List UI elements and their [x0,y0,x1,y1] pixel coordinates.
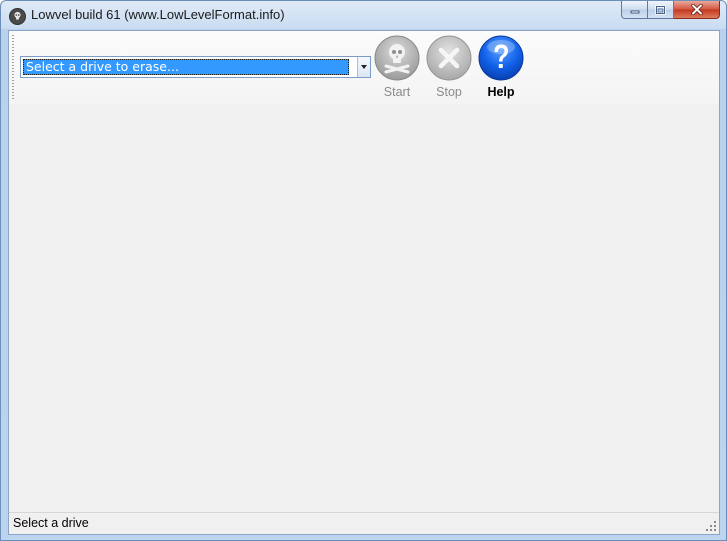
minimize-icon [630,10,639,13]
help-label: Help [487,85,515,99]
minimize-button[interactable] [621,1,648,19]
title-bar[interactable]: Lowvel build 61 (www.LowLevelFormat.info… [1,1,726,30]
help-button[interactable]: Help [476,34,526,102]
stop-label: Stop [436,85,462,99]
close-icon [690,4,703,15]
status-bar: Select a drive [9,512,719,534]
app-window: Lowvel build 61 (www.LowLevelFormat.info… [0,0,727,541]
start-label: Start [383,85,411,99]
drive-select-value: Select a drive to erase... [23,59,349,75]
window-title: Lowvel build 61 (www.LowLevelFormat.info… [31,7,285,22]
skull-crossbones-icon [374,35,420,81]
chevron-down-icon[interactable] [357,57,370,77]
drive-select[interactable]: Select a drive to erase... [20,56,371,78]
toolbar: Select a drive to erase... Start Stop He… [9,31,719,104]
client-area: Select a drive to erase... Start Stop He… [8,30,720,535]
resize-grip-icon[interactable] [705,520,717,532]
question-mark-icon [478,35,524,81]
restore-icon [655,4,666,15]
toolbar-grip[interactable] [12,35,14,99]
stop-button[interactable]: Stop [424,34,474,102]
close-button[interactable] [674,1,720,19]
caption-buttons [621,1,720,20]
skull-app-icon[interactable] [9,8,26,25]
status-text: Select a drive [13,516,89,530]
x-icon [426,35,472,81]
maximize-button[interactable] [648,1,674,19]
start-button[interactable]: Start [372,34,422,102]
